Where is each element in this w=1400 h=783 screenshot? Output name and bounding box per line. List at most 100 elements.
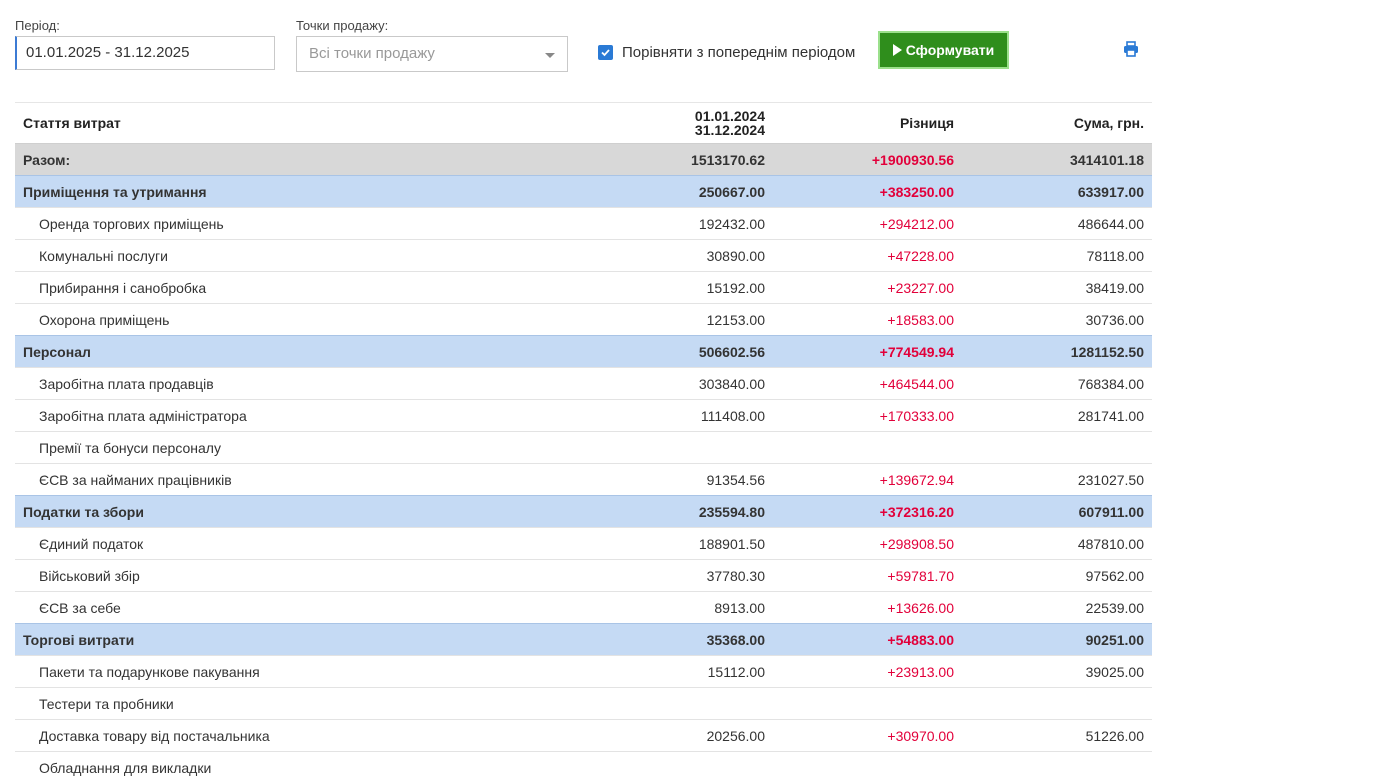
cell-name: Разом:	[15, 144, 590, 176]
col-header-prev-period[interactable]: 01.01.2024 31.12.2024	[590, 103, 773, 144]
cell-prev: 15192.00	[590, 272, 773, 304]
cell-diff: +30970.00	[773, 720, 962, 752]
cell-sum: 607911.00	[962, 496, 1152, 528]
cell-prev: 303840.00	[590, 368, 773, 400]
table-row[interactable]: Прибирання і санобробка15192.00+23227.00…	[15, 272, 1152, 304]
cell-diff: +298908.50	[773, 528, 962, 560]
cell-prev: 35368.00	[590, 624, 773, 656]
table-row[interactable]: Заробітна плата продавців303840.00+46454…	[15, 368, 1152, 400]
cell-diff: +23913.00	[773, 656, 962, 688]
cell-sum	[962, 688, 1152, 720]
cell-prev: 1513170.62	[590, 144, 773, 176]
table-row[interactable]: Премії та бонуси персоналу	[15, 432, 1152, 464]
prev-period-from: 01.01.2024	[598, 109, 765, 123]
table-row[interactable]: ЄСВ за найманих працівників91354.56+1396…	[15, 464, 1152, 496]
table-row[interactable]: Пакети та подарункове пакування15112.00+…	[15, 656, 1152, 688]
table-row[interactable]: ЄСВ за себе8913.00+13626.0022539.00	[15, 592, 1152, 624]
table-row[interactable]: Єдиний податок188901.50+298908.50487810.…	[15, 528, 1152, 560]
cell-prev: 15112.00	[590, 656, 773, 688]
cell-sum: 3414101.18	[962, 144, 1152, 176]
table-row[interactable]: Доставка товару від постачальника20256.0…	[15, 720, 1152, 752]
table-row[interactable]: Заробітна плата адміністратора111408.00+…	[15, 400, 1152, 432]
compare-label: Порівняти з попереднім періодом	[622, 44, 855, 61]
category-row[interactable]: Приміщення та утримання250667.00+383250.…	[15, 176, 1152, 208]
cell-name: Обладнання для викладки	[15, 752, 590, 783]
table-row[interactable]: Охорона приміщень12153.00+18583.0030736.…	[15, 304, 1152, 336]
play-icon	[893, 44, 902, 56]
cell-diff: +47228.00	[773, 240, 962, 272]
table-row[interactable]: Військовий збір37780.30+59781.7097562.00	[15, 560, 1152, 592]
cell-name: Військовий збір	[15, 560, 590, 592]
total-row[interactable]: Разом:1513170.62+1900930.563414101.18	[15, 144, 1152, 176]
cell-name: Податки та збори	[15, 496, 590, 528]
cell-sum: 633917.00	[962, 176, 1152, 208]
cell-prev	[590, 752, 773, 783]
cell-name: Заробітна плата продавців	[15, 368, 590, 400]
build-report-button[interactable]: Сформувати	[878, 31, 1009, 69]
cell-name: Прибирання і санобробка	[15, 272, 590, 304]
cell-prev	[590, 688, 773, 720]
shops-placeholder: Всі точки продажу	[309, 45, 435, 62]
cell-sum	[962, 432, 1152, 464]
build-button-label: Сформувати	[906, 42, 995, 58]
table-row[interactable]: Тестери та пробники	[15, 688, 1152, 720]
period-input[interactable]: 01.01.2025 - 31.12.2025	[15, 36, 275, 70]
cell-name: Заробітна плата адміністратора	[15, 400, 590, 432]
print-icon[interactable]	[1123, 41, 1139, 57]
col-header-diff[interactable]: Різниця	[773, 103, 962, 144]
cell-sum	[962, 752, 1152, 783]
cell-prev: 188901.50	[590, 528, 773, 560]
cell-sum: 22539.00	[962, 592, 1152, 624]
cell-name: Пакети та подарункове пакування	[15, 656, 590, 688]
cell-sum: 486644.00	[962, 208, 1152, 240]
cell-sum: 281741.00	[962, 400, 1152, 432]
cell-prev	[590, 432, 773, 464]
cell-prev: 91354.56	[590, 464, 773, 496]
cell-diff: +23227.00	[773, 272, 962, 304]
cell-diff: +774549.94	[773, 336, 962, 368]
category-row[interactable]: Персонал506602.56+774549.941281152.50	[15, 336, 1152, 368]
cell-diff: +383250.00	[773, 176, 962, 208]
table-row[interactable]: Комунальні послуги30890.00+47228.0078118…	[15, 240, 1152, 272]
cell-prev: 37780.30	[590, 560, 773, 592]
col-header-name[interactable]: Стаття витрат	[15, 103, 590, 144]
cell-diff	[773, 432, 962, 464]
cell-diff: +1900930.56	[773, 144, 962, 176]
cell-prev: 111408.00	[590, 400, 773, 432]
cell-sum: 30736.00	[962, 304, 1152, 336]
cell-sum: 487810.00	[962, 528, 1152, 560]
cell-sum: 90251.00	[962, 624, 1152, 656]
cell-prev: 20256.00	[590, 720, 773, 752]
table-header-row: Стаття витрат 01.01.2024 31.12.2024 Різн…	[15, 103, 1152, 144]
cell-name: Доставка товару від постачальника	[15, 720, 590, 752]
cell-name: Премії та бонуси персоналу	[15, 432, 590, 464]
cell-name: Тестери та пробники	[15, 688, 590, 720]
cell-diff: +59781.70	[773, 560, 962, 592]
cell-prev: 12153.00	[590, 304, 773, 336]
cell-prev: 192432.00	[590, 208, 773, 240]
cell-diff	[773, 752, 962, 783]
col-header-sum[interactable]: Сума, грн.	[962, 103, 1152, 144]
cell-diff: +139672.94	[773, 464, 962, 496]
period-label: Період:	[15, 18, 60, 33]
cell-prev: 506602.56	[590, 336, 773, 368]
cell-prev: 250667.00	[590, 176, 773, 208]
table-row[interactable]: Оренда торгових приміщень192432.00+29421…	[15, 208, 1152, 240]
cell-sum: 51226.00	[962, 720, 1152, 752]
cell-name: ЄСВ за найманих працівників	[15, 464, 590, 496]
table-row[interactable]: Обладнання для викладки	[15, 752, 1152, 783]
shops-select[interactable]: Всі точки продажу	[296, 36, 568, 72]
chevron-down-icon	[545, 53, 555, 58]
category-row[interactable]: Торгові витрати35368.00+54883.0090251.00	[15, 624, 1152, 656]
category-row[interactable]: Податки та збори235594.80+372316.2060791…	[15, 496, 1152, 528]
cell-prev: 30890.00	[590, 240, 773, 272]
compare-checkbox[interactable]	[598, 45, 613, 60]
cell-name: Приміщення та утримання	[15, 176, 590, 208]
cell-name: Оренда торгових приміщень	[15, 208, 590, 240]
compare-toggle[interactable]: Порівняти з попереднім періодом	[598, 43, 855, 61]
page-title-cut-off	[30, 0, 570, 2]
check-icon	[600, 47, 611, 58]
cell-prev: 235594.80	[590, 496, 773, 528]
cell-name: ЄСВ за себе	[15, 592, 590, 624]
prev-period-to: 31.12.2024	[598, 123, 765, 137]
